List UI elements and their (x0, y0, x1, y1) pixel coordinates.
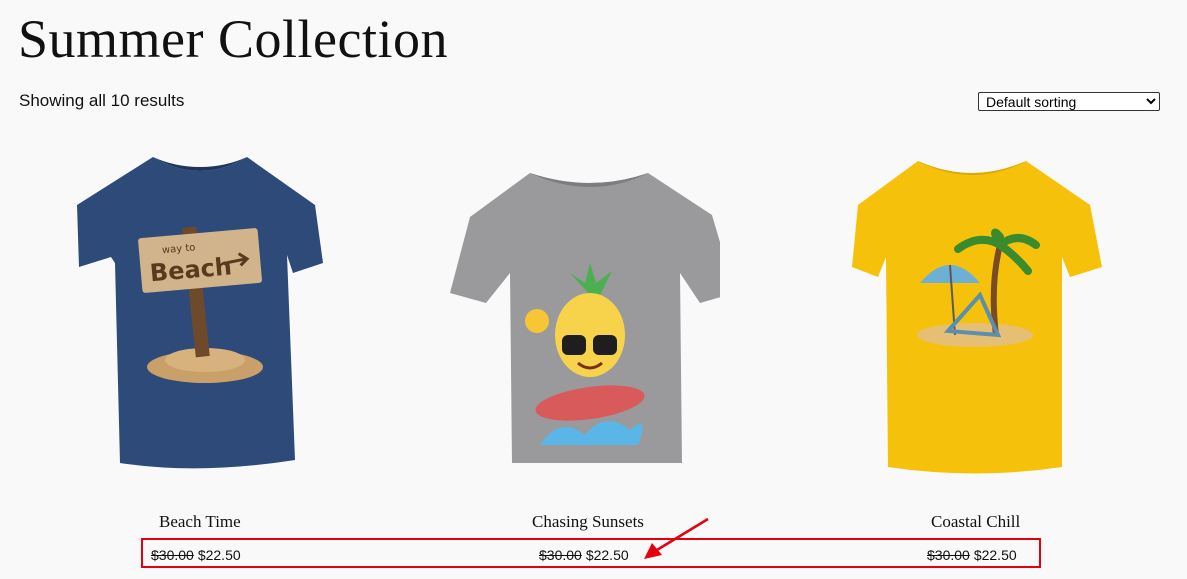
page-title: Summer Collection (18, 9, 448, 69)
sort-dropdown[interactable]: Default sorting (978, 92, 1160, 111)
tshirt-image (450, 173, 720, 463)
product-image-coastal-chill[interactable] (840, 145, 1110, 495)
highlight-box (141, 538, 1041, 568)
tshirt-image: way to Beach (77, 157, 323, 469)
product-image-chasing-sunsets[interactable] (450, 145, 720, 495)
results-count: Showing all 10 results (19, 91, 185, 110)
product-image-beach-time[interactable]: way to Beach (65, 145, 335, 495)
tshirt-image (852, 161, 1102, 474)
product-name-beach-time[interactable]: Beach Time (159, 512, 241, 532)
arrow-icon (644, 517, 709, 559)
product-name-chasing-sunsets[interactable]: Chasing Sunsets (532, 512, 644, 532)
product-name-coastal-chill[interactable]: Coastal Chill (931, 512, 1020, 532)
